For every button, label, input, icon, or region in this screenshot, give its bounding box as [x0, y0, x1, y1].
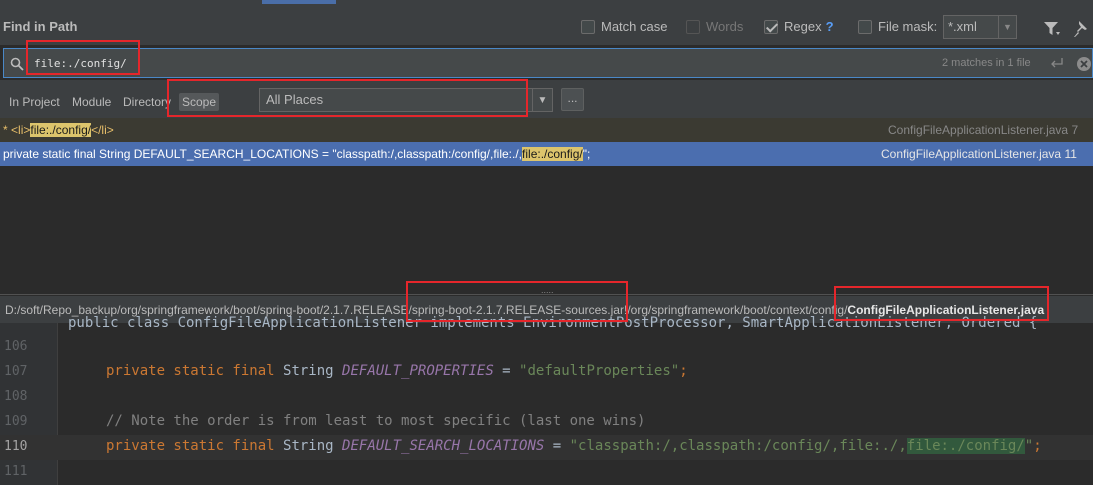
code-text: private static final String DEFAULT_PROP…: [106, 363, 688, 379]
tab-in-project[interactable]: In Project: [9, 95, 60, 109]
clear-icon[interactable]: [1076, 56, 1092, 72]
scope-row: In Project Module Directory Scope All Pl…: [0, 80, 1093, 118]
annotation-box-jar: [406, 281, 628, 322]
code-preview[interactable]: public class ConfigFileApplicationListen…: [0, 315, 1093, 485]
result-snippet: * <li>file:./config/</li>: [3, 123, 114, 137]
dialog-title: Find in Path: [3, 19, 78, 34]
code-line: 109 // Note the order is from least to m…: [0, 410, 1093, 435]
code-line-current: 110 private static final String DEFAULT_…: [0, 435, 1093, 460]
results-list: * <li>file:./config/</li> ConfigFileAppl…: [0, 118, 1093, 283]
result-file: ConfigFileApplicationListener.java 11: [881, 147, 1077, 161]
file-mask-label: File mask:: [878, 19, 938, 34]
line-number: 108: [4, 389, 28, 404]
line-number: 111: [4, 464, 28, 479]
search-field[interactable]: file:./config/ 2 matches in 1 file: [3, 48, 1093, 78]
code-line: 108: [0, 385, 1093, 410]
match-case-label: Match case: [601, 19, 668, 34]
dialog-header: Find in Path Match case Words Regex ? Fi…: [0, 5, 1093, 45]
words-checkbox[interactable]: [686, 19, 700, 34]
result-tag-open: <li>: [11, 123, 31, 137]
result-match: file:./config/: [30, 123, 92, 137]
line-number: 107: [4, 364, 28, 379]
result-suffix: ";: [582, 147, 591, 161]
scope-more-button[interactable]: ...: [561, 88, 584, 111]
result-prefix: private static final String DEFAULT_SEAR…: [3, 147, 523, 161]
words-option[interactable]: Words: [686, 19, 743, 34]
file-mask-checkbox[interactable]: [858, 19, 872, 34]
chevron-down-icon[interactable]: ▼: [998, 16, 1016, 38]
match-case-option[interactable]: Match case: [581, 19, 667, 34]
file-mask-value: *.xml: [948, 19, 977, 34]
active-tab-indicator: [262, 0, 336, 4]
result-prefix: *: [3, 123, 12, 137]
code-text: private static final String DEFAULT_SEAR…: [106, 438, 1042, 454]
newline-icon[interactable]: [1050, 56, 1064, 70]
chevron-down-icon[interactable]: ▼: [532, 89, 552, 111]
regex-label: Regex: [784, 19, 822, 34]
line-number: 109: [4, 414, 28, 429]
result-tag-close: </li>: [91, 123, 114, 137]
tab-directory[interactable]: Directory: [123, 95, 171, 109]
annotation-box-query: [26, 40, 140, 75]
regex-option[interactable]: Regex ?: [764, 19, 834, 34]
result-match: file:./config/: [522, 147, 583, 161]
code-match-highlight: file:./config/: [906, 438, 1025, 454]
filter-icon[interactable]: [1044, 22, 1060, 36]
pin-icon[interactable]: [1074, 21, 1088, 37]
words-label: Words: [706, 19, 744, 34]
regex-help-icon[interactable]: ?: [826, 19, 834, 34]
annotation-box-filename: [834, 286, 1049, 321]
file-mask-input[interactable]: *.xml ▼: [943, 15, 1017, 39]
result-snippet: private static final String DEFAULT_SEAR…: [3, 147, 590, 161]
tab-module[interactable]: Module: [72, 95, 111, 109]
line-number: 110: [4, 439, 28, 454]
match-count: 2 matches in 1 file: [942, 57, 1031, 69]
result-file: ConfigFileApplicationListener.java 7: [888, 123, 1079, 137]
match-case-checkbox[interactable]: [581, 19, 595, 34]
code-line: 106: [0, 335, 1093, 360]
code-line: 111: [0, 460, 1093, 485]
code-line: 107 private static final String DEFAULT_…: [0, 360, 1093, 385]
line-number: 106: [4, 339, 28, 354]
code-comment: // Note the order is from least to most …: [106, 413, 646, 429]
result-row-selected[interactable]: private static final String DEFAULT_SEAR…: [0, 142, 1093, 166]
file-mask-option[interactable]: File mask:: [858, 19, 937, 34]
annotation-box-scope: [167, 79, 528, 117]
regex-checkbox[interactable]: [764, 19, 778, 34]
search-icon: [10, 57, 24, 71]
result-row[interactable]: * <li>file:./config/</li> ConfigFileAppl…: [0, 118, 1093, 142]
